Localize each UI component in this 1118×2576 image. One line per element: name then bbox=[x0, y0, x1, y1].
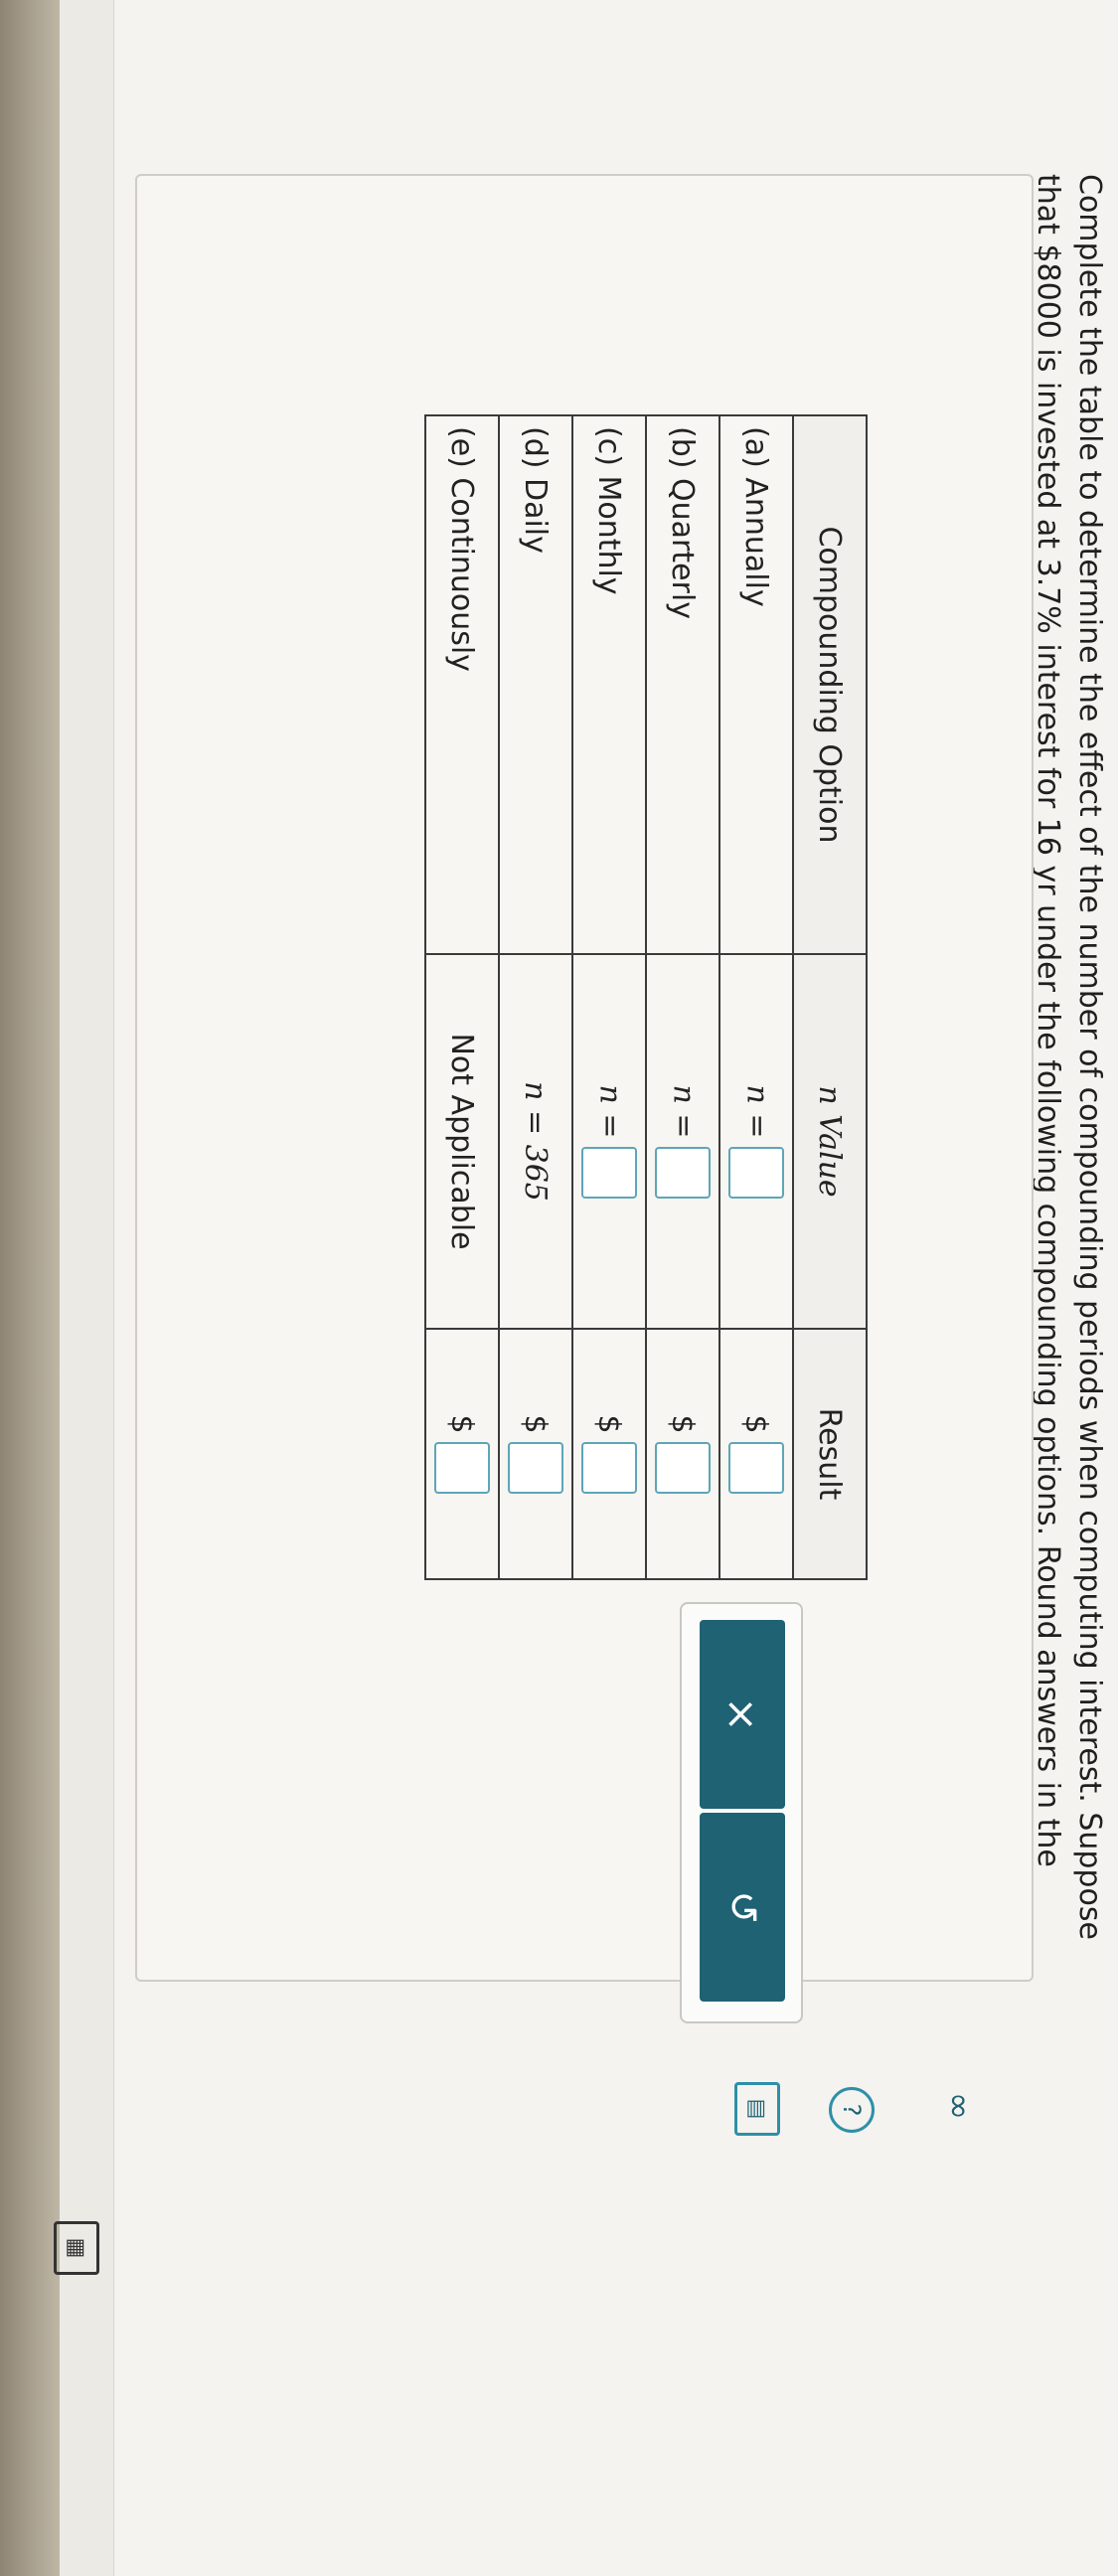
option-daily: (d) Daily bbox=[499, 415, 572, 954]
n-input-annually[interactable] bbox=[728, 1146, 784, 1199]
header-n-value-label: n Value bbox=[812, 1085, 848, 1198]
n-input-monthly[interactable] bbox=[581, 1146, 637, 1199]
n-cell-continuously: Not Applicable bbox=[425, 954, 499, 1329]
result-cell-annually: $ bbox=[719, 1329, 793, 1579]
option-continuously: (e) Continuously bbox=[425, 415, 499, 954]
n-equals-label: n = bbox=[739, 1084, 775, 1139]
header-n-value: n Value bbox=[793, 954, 867, 1329]
help-icon[interactable]: ? bbox=[829, 2087, 875, 2133]
calculator-icon[interactable]: ▦ bbox=[54, 2221, 99, 2275]
result-cell-continuously: $ bbox=[425, 1329, 499, 1579]
dollar-sign: $ bbox=[518, 1414, 554, 1434]
screen-content: Complete the table to determine the effe… bbox=[0, 0, 1118, 2576]
result-cell-quarterly: $ bbox=[646, 1329, 719, 1579]
undo-button[interactable]: ↺ bbox=[700, 1813, 785, 2002]
dollar-sign: $ bbox=[665, 1414, 701, 1434]
n-cell-monthly: n = bbox=[572, 954, 646, 1329]
n-input-quarterly[interactable] bbox=[655, 1146, 711, 1199]
option-quarterly: (b) Quarterly bbox=[646, 415, 719, 954]
result-input-quarterly[interactable] bbox=[655, 1441, 711, 1494]
monitor-bezel bbox=[0, 0, 60, 2576]
infinity-icon[interactable]: ∞ bbox=[939, 2082, 979, 2130]
header-compounding-option: Compounding Option bbox=[793, 415, 867, 954]
textbook-icon[interactable]: ▤ bbox=[734, 2082, 780, 2136]
result-input-continuously[interactable] bbox=[434, 1441, 490, 1494]
result-input-annually[interactable] bbox=[728, 1441, 784, 1494]
close-icon: × bbox=[718, 1696, 767, 1732]
result-cell-monthly: $ bbox=[572, 1329, 646, 1579]
dollar-sign: $ bbox=[444, 1414, 480, 1434]
table-header-row: Compounding Option n Value Result bbox=[793, 415, 867, 1579]
clear-button[interactable]: × bbox=[700, 1620, 785, 1809]
question-panel: Compounding Option n Value Result (a) An… bbox=[135, 174, 1034, 2023]
table-row-monthly: (c) Monthly n = $ bbox=[572, 415, 646, 1579]
table-row-annually: (a) Annually n = $ bbox=[719, 415, 793, 1579]
option-annually: (a) Annually bbox=[719, 415, 793, 954]
undo-icon: ↺ bbox=[719, 1890, 765, 1924]
table-row-daily: (d) Daily n = 365 $ bbox=[499, 415, 572, 1579]
result-cell-daily: $ bbox=[499, 1329, 572, 1579]
result-input-daily[interactable] bbox=[508, 1441, 563, 1494]
n-equals-label: n = bbox=[592, 1084, 628, 1139]
page-top-edge bbox=[59, 0, 114, 2576]
header-result: Result bbox=[793, 1329, 867, 1579]
option-monthly: (c) Monthly bbox=[572, 415, 646, 954]
n-given-daily: n = 365 bbox=[518, 1081, 554, 1202]
n-cell-quarterly: n = bbox=[646, 954, 719, 1329]
answer-tools-panel: × ↺ bbox=[680, 1602, 803, 2023]
result-input-monthly[interactable] bbox=[581, 1441, 637, 1494]
compounding-table: Compounding Option n Value Result (a) An… bbox=[424, 414, 868, 1580]
n-cell-annually: n = bbox=[719, 954, 793, 1329]
dollar-sign: $ bbox=[738, 1414, 774, 1434]
n-equals-label: n = bbox=[666, 1084, 702, 1139]
table-row-quarterly: (b) Quarterly n = $ bbox=[646, 415, 719, 1579]
n-cell-daily: n = 365 bbox=[499, 954, 572, 1329]
table-row-continuously: (e) Continuously Not Applicable $ bbox=[425, 415, 499, 1579]
dollar-sign: $ bbox=[591, 1414, 627, 1434]
